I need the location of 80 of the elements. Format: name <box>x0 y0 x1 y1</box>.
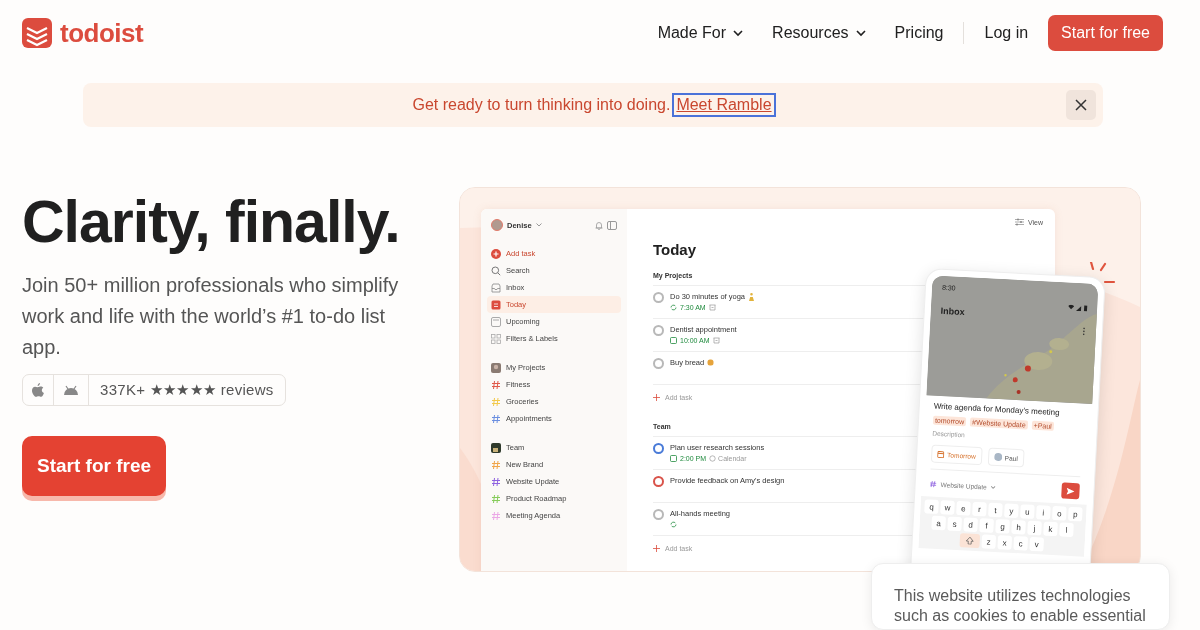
keyboard-key[interactable]: e <box>956 500 971 516</box>
keyboard-key[interactable]: o <box>1052 505 1067 521</box>
sync-icon <box>709 455 717 462</box>
search-icon <box>491 265 501 276</box>
logo-wordmark[interactable]: todoist <box>60 17 144 49</box>
task-checkbox[interactable] <box>653 443 664 454</box>
keyboard-key[interactable]: z <box>981 534 997 549</box>
keyboard-key[interactable]: f <box>979 518 994 533</box>
sliders-icon <box>1014 218 1024 226</box>
keyboard-key[interactable]: u <box>1020 504 1035 519</box>
caret-icon <box>535 223 542 227</box>
task-checkbox[interactable] <box>653 476 664 487</box>
task-checkbox[interactable] <box>653 292 664 303</box>
bread-icon <box>707 359 715 366</box>
keyboard-key[interactable]: s <box>947 516 962 532</box>
task-input[interactable]: Write agenda for Monday’s meeting <box>933 401 1060 418</box>
cookie-text: This website utilizes technologies such as cookies to enable essential <box>894 586 1147 626</box>
keyboard-key[interactable]: q <box>924 499 939 514</box>
keyboard-key[interactable]: v <box>1029 536 1045 552</box>
repeat-icon <box>670 521 677 528</box>
send-button[interactable] <box>1061 482 1080 500</box>
keyboard-key[interactable]: l <box>1059 522 1074 538</box>
keyboard-key[interactable]: t <box>988 502 1003 518</box>
calendar-icon <box>491 299 501 310</box>
calendar-icon <box>670 337 677 344</box>
keyboard-key[interactable]: d <box>963 517 978 533</box>
task-checkbox[interactable] <box>653 325 664 336</box>
banner-link[interactable]: Meet Ramble <box>674 95 774 115</box>
more-icon <box>1082 327 1086 336</box>
nav-link[interactable]: Made For <box>643 18 759 48</box>
keyboard-key[interactable]: i <box>1036 505 1051 520</box>
calendar-icon <box>670 455 677 462</box>
screen-title: Inbox <box>940 305 965 318</box>
keyboard-key[interactable]: p <box>1067 506 1083 522</box>
keyboard-key[interactable]: c <box>1013 536 1029 551</box>
repeat-icon <box>670 304 677 311</box>
keyboard-key[interactable]: r <box>972 501 987 517</box>
figure-icon <box>748 292 756 301</box>
close-button[interactable] <box>1066 90 1096 120</box>
add-icon <box>491 248 501 259</box>
calendar-icon <box>491 316 501 327</box>
signal-battery-icon <box>1067 304 1089 312</box>
keyboard-key[interactable]: x <box>997 535 1013 550</box>
start-button[interactable]: Start for free <box>1048 15 1163 51</box>
nav-link[interactable]: Pricing <box>880 18 958 48</box>
keyboard-key[interactable]: j <box>1027 520 1042 536</box>
keyboard-key[interactable]: h <box>1011 519 1026 535</box>
page-heading: Today <box>653 241 698 258</box>
grid-icon <box>491 333 501 344</box>
task-checkbox[interactable] <box>653 358 664 369</box>
task-checkbox[interactable] <box>653 509 664 520</box>
shift-key[interactable] <box>959 533 981 549</box>
nav-link[interactable]: Resources <box>758 18 881 48</box>
android-icon <box>63 385 79 395</box>
hero-subtitle: Join 50+ million professionals who simplify work and life with the world’s #1 to-do list app. <box>22 273 400 360</box>
calendar-icon <box>937 450 945 458</box>
plus-icon <box>653 393 660 401</box>
inbox-icon <box>491 282 501 293</box>
keyboard-key[interactable]: w <box>940 500 955 515</box>
avatar-icon <box>491 362 501 373</box>
team-avatar-icon <box>491 442 501 453</box>
close-icon <box>1075 99 1087 111</box>
apple-icon <box>32 383 44 397</box>
bell-icon <box>595 220 603 230</box>
avatar-icon <box>491 219 503 231</box>
keyboard-key[interactable]: a <box>931 515 947 531</box>
shift-icon <box>965 536 974 545</box>
caret-icon <box>990 485 996 489</box>
reviews-text: 337K+ ★★★★★ reviews <box>99 381 275 399</box>
sidebar-toggle-icon <box>607 220 617 230</box>
logo-icon <box>22 18 52 48</box>
keyboard-key[interactable]: g <box>995 519 1010 534</box>
banner-text: Get ready to turn thinking into doing. <box>412 96 671 114</box>
login-link[interactable]: Log in <box>970 18 1043 48</box>
keyboard-key[interactable]: k <box>1043 521 1058 537</box>
hero-title: Clarity, finally. <box>22 190 401 254</box>
avatar-icon <box>993 452 1002 462</box>
keyboard-key[interactable]: y <box>1004 503 1019 519</box>
hash-icon <box>929 480 937 488</box>
plus-icon <box>653 544 660 552</box>
